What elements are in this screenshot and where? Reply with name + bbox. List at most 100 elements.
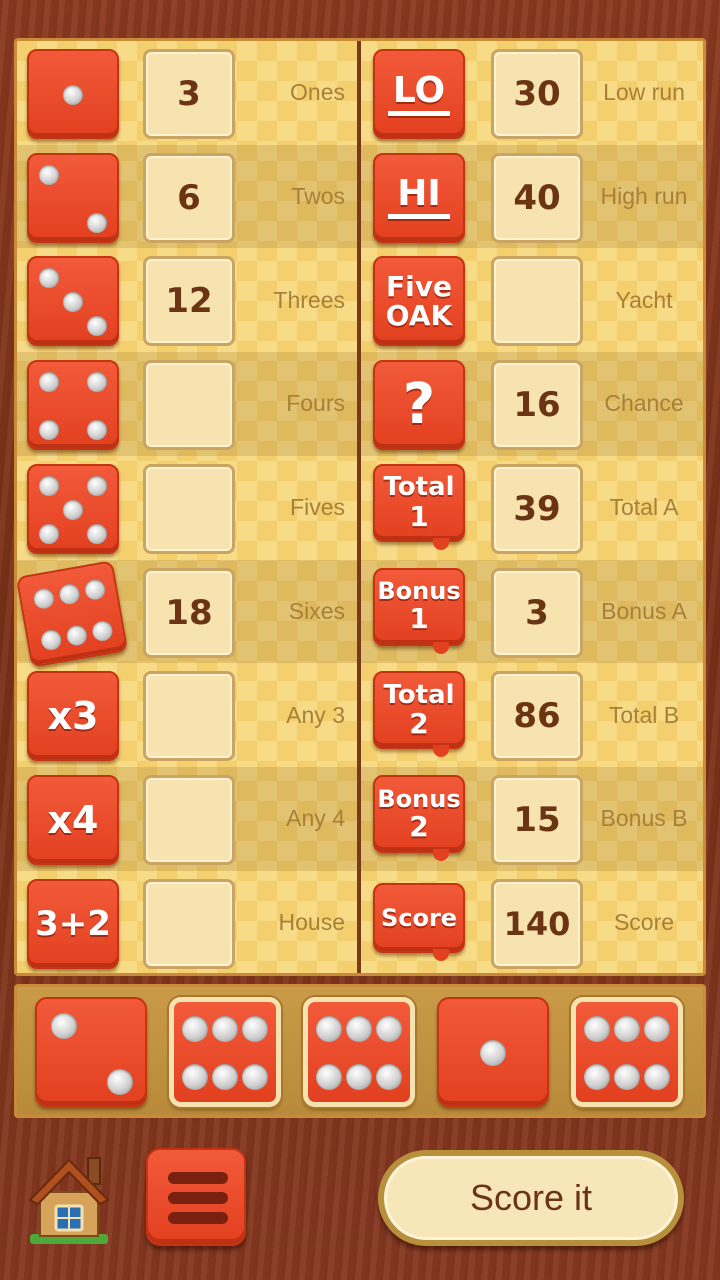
icon-text: ? [402, 372, 436, 438]
score-total-icon: Score [373, 882, 465, 961]
menu-icon-bar [168, 1212, 228, 1224]
score-cell-any-3[interactable] [143, 671, 235, 762]
summary-row-bonus-b: Bonus 2 15 Bonus B [361, 766, 703, 871]
category-row-yacht[interactable]: Five OAK Yacht [361, 248, 703, 352]
any-three-icon: x3 [27, 671, 119, 762]
icon-text: HI [397, 173, 441, 215]
icon-text-line-2: 1 [409, 499, 429, 533]
category-label: Twos [291, 183, 345, 210]
high-run-icon: HI [373, 152, 465, 243]
menu-button[interactable] [146, 1148, 246, 1246]
category-row-threes[interactable]: 12 Threes [17, 248, 357, 352]
die-five-icon [27, 463, 119, 554]
score-cell-ones[interactable]: 3 [143, 49, 235, 139]
icon-text: LO [392, 69, 446, 111]
score-cell-fives[interactable] [143, 463, 235, 554]
score-cell-threes[interactable]: 12 [143, 256, 235, 347]
icon-text: x3 [47, 694, 99, 739]
icon-text: Score [380, 903, 458, 932]
die-3-six-held[interactable] [303, 997, 415, 1107]
category-row-high-run[interactable]: HI 40 High run [361, 144, 703, 249]
any-four-icon: x4 [27, 774, 119, 865]
five-of-a-kind-icon: Five OAK [373, 256, 465, 347]
icon-text-line-1: Five [386, 270, 452, 303]
icon-text: 3+2 [35, 903, 111, 944]
category-row-house[interactable]: 3+2 House [17, 871, 357, 973]
category-row-chance[interactable]: ? 16 Chance [361, 352, 703, 456]
full-house-icon: 3+2 [27, 878, 119, 969]
category-label: Low run [603, 79, 685, 106]
score-cell-yacht[interactable] [491, 256, 583, 347]
score-cell-total-b: 86 [491, 671, 583, 762]
category-row-fours[interactable]: Fours [17, 352, 357, 456]
icon-text-line-1: Total [383, 679, 455, 710]
score-cell-sixes[interactable]: 18 [143, 567, 235, 658]
total-two-icon: Total 2 [373, 671, 465, 758]
total-one-icon: Total 1 [373, 463, 465, 550]
score-cell-grand-total: 140 [491, 878, 583, 969]
category-row-ones[interactable]: 3 Ones [17, 41, 357, 145]
category-label: Yacht [615, 286, 673, 313]
category-row-any-3[interactable]: x3 Any 3 [17, 663, 357, 767]
category-label: Fives [290, 494, 345, 521]
icon-text-line-2: 2 [409, 707, 429, 741]
category-row-sixes[interactable]: 18 Sixes [17, 559, 357, 668]
category-label: Threes [273, 286, 345, 313]
score-cell-total-a: 39 [491, 463, 583, 554]
low-run-icon: LO [373, 49, 465, 139]
category-label: High run [600, 183, 688, 210]
score-cell-house[interactable] [143, 878, 235, 969]
category-label: Bonus B [600, 805, 688, 832]
bonus-one-icon: Bonus 1 [373, 567, 465, 654]
category-label: Chance [604, 390, 684, 417]
icon-text-line-2: 2 [409, 809, 429, 843]
category-label: Sixes [288, 597, 345, 624]
summary-row-score: Score 140 Score [361, 871, 703, 973]
category-label: Any 4 [286, 805, 345, 832]
category-label: Bonus A [601, 597, 687, 624]
die-four-icon [27, 360, 119, 451]
score-cell-bonus-b: 15 [491, 774, 583, 865]
icon-text: x4 [47, 797, 99, 842]
icon-text-line-1: Bonus [377, 577, 461, 606]
menu-icon-bar [168, 1192, 228, 1204]
category-label: Any 3 [286, 701, 345, 728]
score-cell-fours[interactable] [143, 360, 235, 451]
category-row-any-4[interactable]: x4 Any 4 [17, 766, 357, 871]
score-it-button[interactable]: Score it [378, 1150, 684, 1246]
score-cell-twos[interactable]: 6 [143, 152, 235, 243]
menu-icon [168, 1172, 228, 1184]
home-icon [28, 1157, 110, 1244]
icon-text-line-1: Total [383, 472, 455, 503]
die-six-icon [17, 559, 129, 668]
score-cell-low-run[interactable]: 30 [491, 49, 583, 139]
score-cell-high-run[interactable]: 40 [491, 152, 583, 243]
category-label: Ones [290, 79, 345, 106]
question-mark-icon: ? [373, 360, 465, 451]
icon-text-line-1: Bonus [377, 784, 461, 813]
category-label: Total B [608, 701, 680, 728]
home-button[interactable] [26, 1148, 112, 1248]
die-5-six-held[interactable] [571, 997, 683, 1107]
dice-tray [14, 984, 706, 1118]
die-three-icon [27, 256, 119, 347]
die-2-six-held[interactable] [169, 997, 281, 1107]
die-4-one[interactable] [437, 997, 549, 1107]
category-label: Total A [609, 494, 679, 521]
die-two-icon [27, 152, 119, 243]
score-cell-any-4[interactable] [143, 774, 235, 865]
summary-row-total-b: Total 2 86 Total B [361, 663, 703, 767]
summary-row-total-a: Total 1 39 Total A [361, 456, 703, 560]
die-1-two[interactable] [35, 997, 147, 1107]
category-row-twos[interactable]: 6 Twos [17, 144, 357, 249]
die-one-icon [27, 49, 119, 139]
category-label: House [278, 908, 345, 935]
category-label: Fours [286, 390, 345, 417]
bonus-two-icon: Bonus 2 [373, 774, 465, 861]
icon-text-line-2: OAK [385, 299, 453, 333]
category-label: Score [613, 908, 675, 935]
category-row-low-run[interactable]: LO 30 Low run [361, 41, 703, 145]
icon-text-line-2: 1 [409, 602, 429, 636]
score-cell-chance[interactable]: 16 [491, 360, 583, 451]
category-row-fives[interactable]: Fives [17, 456, 357, 560]
